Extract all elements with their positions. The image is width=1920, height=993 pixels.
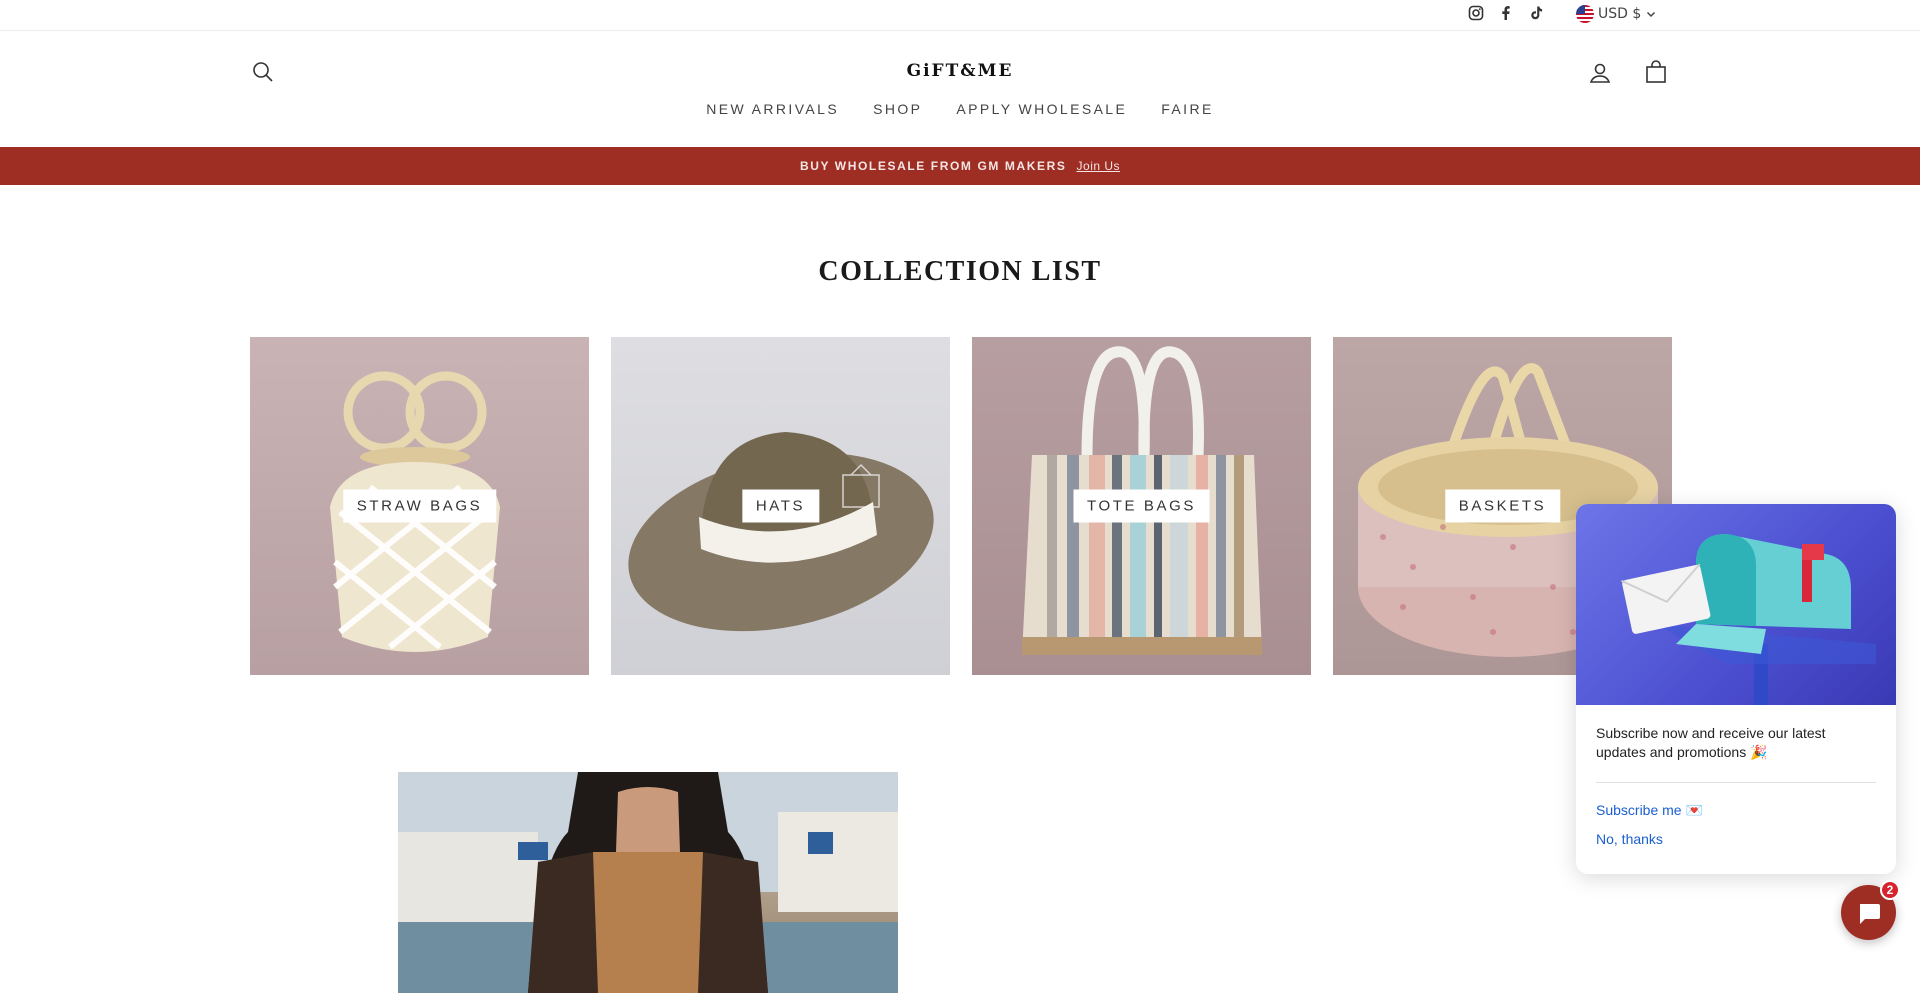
us-flag-icon: [1576, 5, 1594, 23]
collection-list-title: COLLECTION LIST: [818, 256, 1102, 287]
utility-bar: USD $: [0, 0, 1920, 31]
subscribe-button[interactable]: Subscribe me 💌: [1596, 802, 1703, 819]
announcement-bar: BUY WHOLESALE FROM GM MAKERS Join Us: [0, 147, 1920, 185]
main-nav: NEW ARRIVALS SHOP APPLY WHOLESALE FAIRE: [0, 101, 1920, 117]
mailbox-illustration: [1576, 504, 1896, 705]
collection-label: STRAW BAGS: [342, 489, 497, 523]
popup-message: Subscribe now and receive our latest upd…: [1596, 725, 1826, 760]
collection-label: HATS: [741, 489, 820, 523]
site-header: GiFT&ME NEW ARRIVALS SHOP APPLY WHOLESAL…: [0, 31, 1920, 146]
subscribe-popup: Subscribe now and receive our latest upd…: [1576, 504, 1896, 874]
site-logo[interactable]: GiFT&ME: [0, 61, 1920, 81]
account-icon[interactable]: [1587, 60, 1613, 86]
featured-lifestyle-image[interactable]: [398, 772, 898, 993]
announcement-text: BUY WHOLESALE FROM GM MAKERS: [799, 159, 1067, 173]
chat-bubble-icon: [1859, 903, 1880, 924]
collection-label: TOTE BAGS: [1073, 489, 1210, 523]
collection-tile-tote-bags[interactable]: TOTE BAGS: [972, 337, 1311, 675]
currency-selector[interactable]: USD $: [1576, 5, 1657, 23]
nav-shop[interactable]: SHOP: [873, 101, 922, 117]
collection-grid: STRAW BAGS HATS TOTE BAGS BASKETS: [250, 337, 1672, 675]
decline-button[interactable]: No, thanks: [1596, 831, 1663, 847]
nav-apply-wholesale[interactable]: APPLY WHOLESALE: [956, 101, 1127, 117]
chevron-down-icon: [1647, 11, 1656, 18]
cart-icon[interactable]: [1643, 59, 1669, 85]
facebook-icon[interactable]: [1498, 5, 1514, 21]
join-us-link[interactable]: Join Us: [1077, 159, 1121, 173]
chat-notification-badge: 2: [1880, 880, 1900, 900]
collection-tile-straw-bags[interactable]: STRAW BAGS: [250, 337, 589, 675]
collection-label: BASKETS: [1444, 489, 1561, 523]
popup-divider: [1596, 782, 1876, 783]
currency-label: USD $: [1598, 6, 1642, 22]
nav-faire[interactable]: FAIRE: [1161, 101, 1213, 117]
nav-new-arrivals[interactable]: NEW ARRIVALS: [706, 101, 839, 117]
social-links: [1468, 5, 1544, 21]
tiktok-icon[interactable]: [1528, 5, 1544, 21]
instagram-icon[interactable]: [1468, 5, 1484, 21]
model-photo: [398, 772, 898, 993]
collection-tile-hats[interactable]: HATS: [611, 337, 950, 675]
